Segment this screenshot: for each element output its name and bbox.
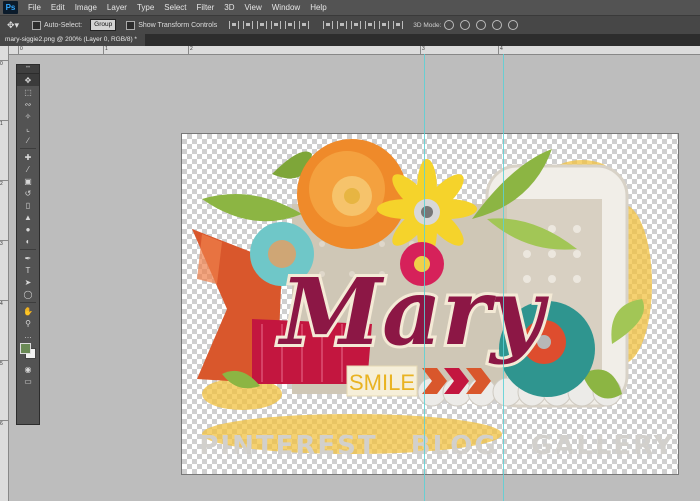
ruler-horizontal[interactable]: 0 1 2 3 4 [8,46,700,55]
more-tools-icon[interactable]: … [17,329,39,341]
options-bar: ✥▾ Auto-Select: Group Show Transform Con… [0,15,700,35]
menu-edit[interactable]: Edit [46,3,70,12]
distribute-center-icon[interactable] [379,21,390,29]
vertical-guide[interactable] [503,54,504,501]
menu-select[interactable]: Select [159,3,191,12]
vertical-guide[interactable] [424,54,425,501]
type-tool-icon[interactable]: T [17,264,39,276]
document-tab[interactable]: mary-siggie2.png @ 200% (Layer 0, RGB/8)… [0,34,145,46]
menu-filter[interactable]: Filter [192,3,220,12]
eraser-tool-icon[interactable]: ▯ [17,199,39,211]
blur-tool-icon[interactable]: ● [17,223,39,235]
ruler-tick: 4 [0,300,8,307]
move-tool-icon[interactable]: ✥ [17,74,39,86]
align-left-icon[interactable] [271,21,282,29]
orbit-3d-icon[interactable] [444,20,455,30]
menu-bar: Ps File Edit Image Layer Type Select Fil… [0,0,700,15]
eyedropper-tool-icon[interactable]: ∕ [17,134,39,146]
3d-mode-label: 3D Mode: [413,21,442,29]
menu-view[interactable]: View [240,3,267,12]
show-transform-checkbox[interactable] [126,20,136,30]
artwork-image: SMILE Mary PINTEREST BLOG GALLERY [192,139,674,461]
align-buttons [227,21,311,29]
auto-select-checkbox[interactable] [32,20,41,30]
menu-3d[interactable]: 3D [219,3,239,12]
history-brush-tool-icon[interactable]: ↺ [17,187,39,199]
color-swatches [17,341,39,363]
align-right-icon[interactable] [299,21,310,29]
document-tab-bar: mary-siggie2.png @ 200% (Layer 0, RGB/8)… [0,34,700,46]
tool-separator [20,249,36,250]
align-top-icon[interactable] [229,21,240,29]
align-bottom-icon[interactable] [257,21,268,29]
ruler-vertical[interactable]: 0 1 2 3 4 5 6 [0,46,9,501]
dodge-tool-icon[interactable]: ◐ [17,235,39,247]
tool-separator [20,302,36,303]
menu-image[interactable]: Image [70,3,102,12]
auto-select-dropdown[interactable]: Group [90,19,117,31]
chevron-arrows [422,368,491,394]
lasso-tool-icon[interactable]: ∾ [17,98,39,110]
ruler-tick: 2 [188,46,193,54]
screen-mode-icon[interactable]: ▭ [17,375,39,387]
marquee-tool-icon[interactable]: ⬚ [17,86,39,98]
smile-text: SMILE [349,370,415,395]
photoshop-logo: Ps [3,1,18,14]
distribute-middle-icon[interactable] [337,21,348,29]
foreground-color-swatch[interactable] [20,343,31,354]
path-selection-tool-icon[interactable]: ➤ [17,276,39,288]
tools-panel: •• ✥ ⬚ ∾ ✧ ⌞ ∕ ✚ ⁄ ▣ ↺ ▯ ▲ ● ◐ ✒ T ➤ ◯ ✋… [16,64,40,425]
quick-mask-icon[interactable]: ◉ [17,363,39,375]
clone-stamp-tool-icon[interactable]: ▣ [17,175,39,187]
scale-3d-icon[interactable] [508,20,519,30]
menu-layer[interactable]: Layer [102,3,132,12]
distribute-bottom-icon[interactable] [351,21,362,29]
auto-select-label: Auto-Select: [44,21,83,29]
paint-bucket-tool-icon[interactable]: ▲ [17,211,39,223]
ruler-tick: 6 [0,420,8,427]
document-canvas[interactable]: SMILE Mary PINTEREST BLOG GALLERY [182,134,678,474]
align-center-icon[interactable] [285,21,296,29]
ruler-tick: 4 [498,46,503,54]
tool-separator [20,148,36,149]
distribute-buttons [321,21,405,29]
shape-tool-icon[interactable]: ◯ [17,288,39,300]
pan-3d-icon[interactable] [476,20,487,30]
show-transform-label: Show Transform Controls [138,21,218,29]
distribute-top-icon[interactable] [323,21,334,29]
ruler-tick: 0 [0,60,8,67]
menu-window[interactable]: Window [267,3,305,12]
tools-panel-grip[interactable]: •• [17,65,39,74]
healing-brush-tool-icon[interactable]: ✚ [17,151,39,163]
mary-title-text: Mary [277,258,549,366]
menu-file[interactable]: File [23,3,46,12]
ruler-tick: 0 [18,46,23,54]
brush-tool-icon[interactable]: ⁄ [17,163,39,175]
slide-3d-icon[interactable] [492,20,503,30]
crop-tool-icon[interactable]: ⌞ [17,122,39,134]
pen-tool-icon[interactable]: ✒ [17,252,39,264]
orange-flower [297,139,407,249]
menu-type[interactable]: Type [132,3,159,12]
ruler-tick: 1 [103,46,108,54]
hand-tool-icon[interactable]: ✋ [17,305,39,317]
distribute-left-icon[interactable] [365,21,376,29]
ruler-tick: 3 [0,240,8,247]
align-middle-icon[interactable] [243,21,254,29]
ruler-tick: 2 [0,180,8,187]
ruler-tick: 1 [0,120,8,127]
menu-help[interactable]: Help [305,3,331,12]
quick-select-tool-icon[interactable]: ✧ [17,110,39,122]
ruler-tick: 5 [0,360,8,367]
roll-3d-icon[interactable] [460,20,471,30]
ruler-tick: 3 [420,46,425,54]
footer-links-text: PINTEREST BLOG GALLERY [199,431,674,461]
distribute-right-icon[interactable] [393,21,404,29]
move-tool-preset-icon[interactable]: ✥▾ [0,18,26,32]
zoom-tool-icon[interactable]: ⚲ [17,317,39,329]
